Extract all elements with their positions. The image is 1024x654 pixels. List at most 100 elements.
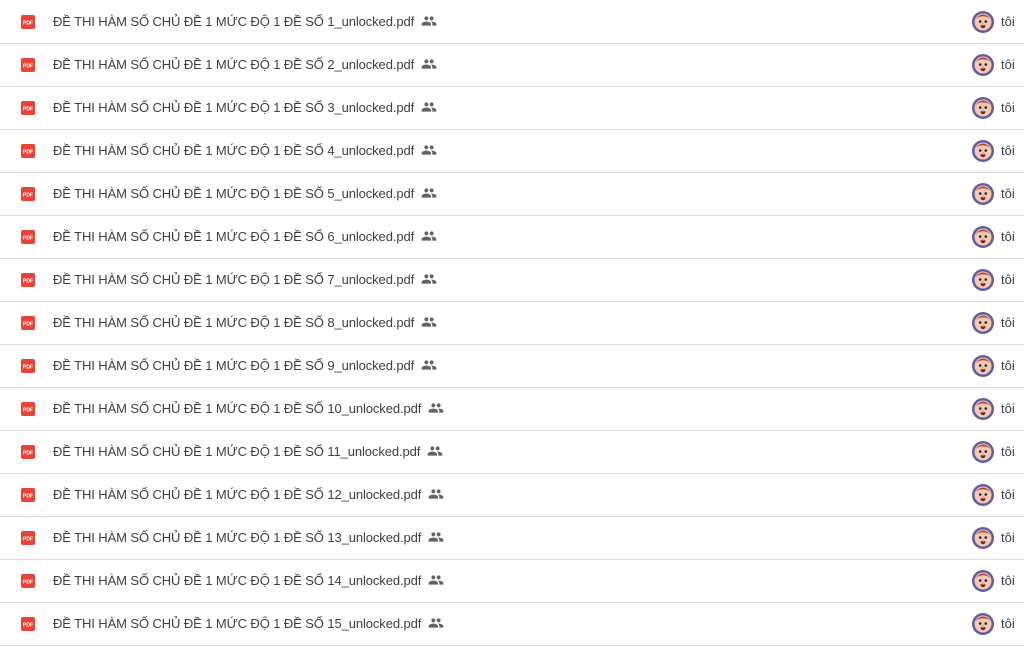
file-name: ĐỀ THI HÀM SỐ CHỦ ĐỀ 1 MỨC ĐỘ 1 ĐỀ SỐ 1_… bbox=[53, 1, 437, 43]
owner-label: tôi bbox=[1001, 143, 1015, 158]
owner[interactable]: tôi bbox=[972, 483, 1015, 506]
file-row[interactable]: PDF ĐỀ THI HÀM SỐ CHỦ ĐỀ 1 MỨC ĐỘ 1 ĐỀ S… bbox=[0, 130, 1024, 173]
avatar bbox=[972, 139, 994, 162]
file-row[interactable]: PDF ĐỀ THI HÀM SỐ CHỦ ĐỀ 1 MỨC ĐỘ 1 ĐỀ S… bbox=[0, 216, 1024, 259]
file-row[interactable]: PDF ĐỀ THI HÀM SỐ CHỦ ĐỀ 1 MỨC ĐỘ 1 ĐỀ S… bbox=[0, 560, 1024, 603]
avatar bbox=[972, 526, 994, 549]
avatar bbox=[972, 268, 994, 291]
svg-text:PDF: PDF bbox=[23, 536, 33, 542]
owner[interactable]: tôi bbox=[972, 569, 1015, 592]
avatar bbox=[972, 182, 994, 205]
shared-people-icon bbox=[421, 59, 437, 69]
shared-people-icon bbox=[421, 102, 437, 112]
svg-text:PDF: PDF bbox=[23, 321, 33, 327]
avatar bbox=[972, 612, 994, 635]
owner[interactable]: tôi bbox=[972, 440, 1015, 463]
owner[interactable]: tôi bbox=[972, 53, 1015, 76]
file-row[interactable]: PDF ĐỀ THI HÀM SỐ CHỦ ĐỀ 1 MỨC ĐỘ 1 ĐỀ S… bbox=[0, 345, 1024, 388]
svg-text:PDF: PDF bbox=[23, 579, 33, 585]
file-name-text: ĐỀ THI HÀM SỐ CHỦ ĐỀ 1 MỨC ĐỘ 1 ĐỀ SỐ 4_… bbox=[53, 142, 415, 158]
file-name: ĐỀ THI HÀM SỐ CHỦ ĐỀ 1 MỨC ĐỘ 1 ĐỀ SỐ 14… bbox=[53, 560, 444, 602]
file-row[interactable]: PDF ĐỀ THI HÀM SỐ CHỦ ĐỀ 1 MỨC ĐỘ 1 ĐỀ S… bbox=[0, 474, 1024, 517]
file-name-text: ĐỀ THI HÀM SỐ CHỦ ĐỀ 1 MỨC ĐỘ 1 ĐỀ SỐ 3_… bbox=[53, 99, 415, 115]
owner[interactable]: tôi bbox=[972, 612, 1015, 635]
pdf-icon: PDF bbox=[21, 616, 35, 631]
owner-label: tôi bbox=[1001, 100, 1015, 115]
shared-people-icon bbox=[427, 446, 443, 456]
avatar bbox=[972, 354, 994, 377]
file-row[interactable]: PDF ĐỀ THI HÀM SỐ CHỦ ĐỀ 1 MỨC ĐỘ 1 ĐỀ S… bbox=[0, 302, 1024, 345]
shared-people-icon bbox=[421, 231, 437, 241]
file-row[interactable]: PDF ĐỀ THI HÀM SỐ CHỦ ĐỀ 1 MỨC ĐỘ 1 ĐỀ S… bbox=[0, 517, 1024, 560]
avatar bbox=[972, 96, 994, 119]
avatar bbox=[972, 483, 994, 506]
owner[interactable]: tôi bbox=[972, 526, 1015, 549]
pdf-icon: PDF bbox=[21, 573, 35, 588]
file-row[interactable]: PDF ĐỀ THI HÀM SỐ CHỦ ĐỀ 1 MỨC ĐỘ 1 ĐỀ S… bbox=[0, 1, 1024, 44]
shared-people-icon bbox=[421, 360, 437, 370]
owner[interactable]: tôi bbox=[972, 139, 1015, 162]
file-row[interactable]: PDF ĐỀ THI HÀM SỐ CHỦ ĐỀ 1 MỨC ĐỘ 1 ĐỀ S… bbox=[0, 44, 1024, 87]
owner[interactable]: tôi bbox=[972, 96, 1015, 119]
file-row[interactable]: PDF ĐỀ THI HÀM SỐ CHỦ ĐỀ 1 MỨC ĐỘ 1 ĐỀ S… bbox=[0, 431, 1024, 474]
svg-text:PDF: PDF bbox=[23, 278, 33, 284]
svg-text:PDF: PDF bbox=[23, 407, 33, 413]
owner[interactable]: tôi bbox=[972, 182, 1015, 205]
owner-label: tôi bbox=[1001, 573, 1015, 588]
shared-people-icon bbox=[428, 532, 444, 542]
file-name: ĐỀ THI HÀM SỐ CHỦ ĐỀ 1 MỨC ĐỘ 1 ĐỀ SỐ 3_… bbox=[53, 87, 437, 129]
owner[interactable]: tôi bbox=[972, 225, 1015, 248]
svg-text:PDF: PDF bbox=[23, 364, 33, 370]
owner[interactable]: tôi bbox=[972, 354, 1015, 377]
shared-people-icon bbox=[421, 274, 437, 284]
pdf-icon: PDF bbox=[21, 100, 35, 115]
file-name: ĐỀ THI HÀM SỐ CHỦ ĐỀ 1 MỨC ĐỘ 1 ĐỀ SỐ 7_… bbox=[53, 259, 437, 301]
shared-people-icon bbox=[421, 16, 437, 26]
file-name-text: ĐỀ THI HÀM SỐ CHỦ ĐỀ 1 MỨC ĐỘ 1 ĐỀ SỐ 10… bbox=[53, 400, 422, 416]
avatar bbox=[972, 397, 994, 420]
shared-people-icon bbox=[421, 317, 437, 327]
owner-label: tôi bbox=[1001, 272, 1015, 287]
file-row[interactable]: PDF ĐỀ THI HÀM SỐ CHỦ ĐỀ 1 MỨC ĐỘ 1 ĐỀ S… bbox=[0, 173, 1024, 216]
avatar bbox=[972, 569, 994, 592]
pdf-icon: PDF bbox=[21, 272, 35, 287]
file-row[interactable]: PDF ĐỀ THI HÀM SỐ CHỦ ĐỀ 1 MỨC ĐỘ 1 ĐỀ S… bbox=[0, 388, 1024, 431]
shared-people-icon bbox=[421, 145, 437, 155]
file-name: ĐỀ THI HÀM SỐ CHỦ ĐỀ 1 MỨC ĐỘ 1 ĐỀ SỐ 4_… bbox=[53, 130, 437, 172]
file-name: ĐỀ THI HÀM SỐ CHỦ ĐỀ 1 MỨC ĐỘ 1 ĐỀ SỐ 13… bbox=[53, 517, 444, 559]
pdf-icon: PDF bbox=[21, 401, 35, 416]
pdf-icon: PDF bbox=[21, 143, 35, 158]
owner-label: tôi bbox=[1001, 229, 1015, 244]
owner-label: tôi bbox=[1001, 616, 1015, 631]
file-name: ĐỀ THI HÀM SỐ CHỦ ĐỀ 1 MỨC ĐỘ 1 ĐỀ SỐ 2_… bbox=[53, 44, 437, 86]
file-name-text: ĐỀ THI HÀM SỐ CHỦ ĐỀ 1 MỨC ĐỘ 1 ĐỀ SỐ 8_… bbox=[53, 314, 415, 330]
file-name: ĐỀ THI HÀM SỐ CHỦ ĐỀ 1 MỨC ĐỘ 1 ĐỀ SỐ 12… bbox=[53, 474, 444, 516]
shared-people-icon bbox=[421, 188, 437, 198]
file-name: ĐỀ THI HÀM SỐ CHỦ ĐỀ 1 MỨC ĐỘ 1 ĐỀ SỐ 6_… bbox=[53, 216, 437, 258]
file-list: PDF ĐỀ THI HÀM SỐ CHỦ ĐỀ 1 MỨC ĐỘ 1 ĐỀ S… bbox=[0, 0, 1024, 654]
svg-text:PDF: PDF bbox=[23, 450, 33, 456]
file-name-text: ĐỀ THI HÀM SỐ CHỦ ĐỀ 1 MỨC ĐỘ 1 ĐỀ SỐ 13… bbox=[53, 529, 422, 545]
file-name: ĐỀ THI HÀM SỐ CHỦ ĐỀ 1 MỨC ĐỘ 1 ĐỀ SỐ 8_… bbox=[53, 302, 437, 344]
file-name-text: ĐỀ THI HÀM SỐ CHỦ ĐỀ 1 MỨC ĐỘ 1 ĐỀ SỐ 1_… bbox=[53, 13, 415, 29]
owner[interactable]: tôi bbox=[972, 10, 1015, 33]
owner-label: tôi bbox=[1001, 14, 1015, 29]
shared-people-icon bbox=[428, 403, 444, 413]
avatar bbox=[972, 440, 994, 463]
pdf-icon: PDF bbox=[21, 186, 35, 201]
file-name: ĐỀ THI HÀM SỐ CHỦ ĐỀ 1 MỨC ĐỘ 1 ĐỀ SỐ 9_… bbox=[53, 345, 437, 387]
owner[interactable]: tôi bbox=[972, 311, 1015, 334]
svg-text:PDF: PDF bbox=[23, 63, 33, 69]
file-row[interactable]: PDF ĐỀ THI HÀM SỐ CHỦ ĐỀ 1 MỨC ĐỘ 1 ĐỀ S… bbox=[0, 603, 1024, 646]
avatar bbox=[972, 53, 994, 76]
owner[interactable]: tôi bbox=[972, 397, 1015, 420]
owner-label: tôi bbox=[1001, 358, 1015, 373]
file-row[interactable]: PDF ĐỀ THI HÀM SỐ CHỦ ĐỀ 1 MỨC ĐỘ 1 ĐỀ S… bbox=[0, 259, 1024, 302]
file-name: ĐỀ THI HÀM SỐ CHỦ ĐỀ 1 MỨC ĐỘ 1 ĐỀ SỐ 11… bbox=[53, 431, 443, 473]
file-name-text: ĐỀ THI HÀM SỐ CHỦ ĐỀ 1 MỨC ĐỘ 1 ĐỀ SỐ 12… bbox=[53, 486, 422, 502]
file-name: ĐỀ THI HÀM SỐ CHỦ ĐỀ 1 MỨC ĐỘ 1 ĐỀ SỐ 10… bbox=[53, 388, 444, 430]
file-row[interactable]: PDF ĐỀ THI HÀM SỐ CHỦ ĐỀ 1 MỨC ĐỘ 1 ĐỀ S… bbox=[0, 87, 1024, 130]
owner[interactable]: tôi bbox=[972, 268, 1015, 291]
shared-people-icon bbox=[428, 489, 444, 499]
file-name: ĐỀ THI HÀM SỐ CHỦ ĐỀ 1 MỨC ĐỘ 1 ĐỀ SỐ 15… bbox=[53, 603, 444, 645]
